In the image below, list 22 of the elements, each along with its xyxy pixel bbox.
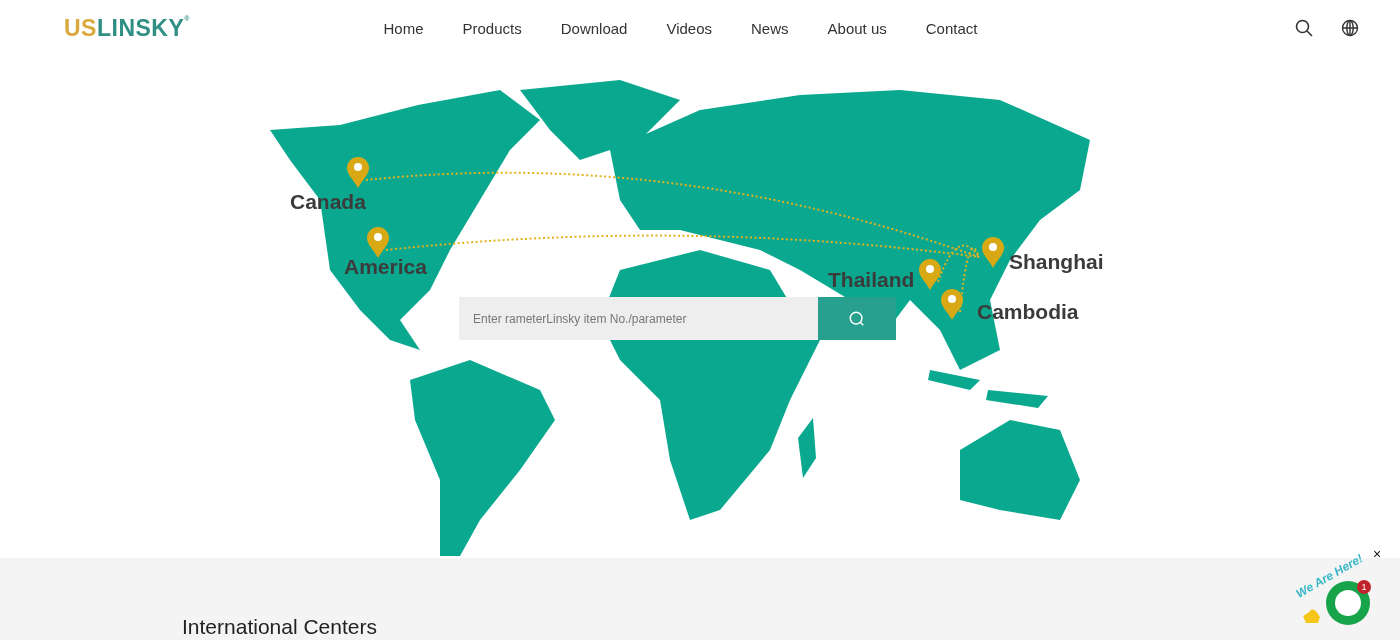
nav-link[interactable]: News (731, 19, 809, 37)
location-pin-icon (919, 259, 941, 290)
nav-link[interactable]: Download (541, 19, 647, 37)
section-heading: International Centers (182, 615, 377, 639)
search-field[interactable]: Enter rameterLinsky item No./parameter (459, 297, 818, 340)
location-pin-icon (347, 157, 369, 188)
nav-link[interactable]: Contact (906, 19, 997, 37)
location-pin-icon (941, 289, 963, 320)
nav-link[interactable]: Home (364, 19, 443, 37)
logo[interactable]: USLINSKY$^{®}$ (64, 14, 364, 42)
nav-link[interactable]: Videos (646, 19, 732, 37)
location-pin-icon (367, 227, 389, 258)
city-label: Thailand (828, 268, 915, 292)
city-label: Shanghai (1009, 250, 1104, 274)
location-pin-icon (982, 237, 1004, 268)
search-icon[interactable] (1294, 18, 1314, 38)
search-icon (848, 309, 866, 328)
globe-icon[interactable] (1340, 18, 1360, 38)
nav-link[interactable]: Products (443, 19, 542, 37)
city-label: America (344, 255, 427, 279)
close-button[interactable]: × (1373, 547, 1382, 561)
nav-link[interactable]: About us (808, 19, 907, 37)
